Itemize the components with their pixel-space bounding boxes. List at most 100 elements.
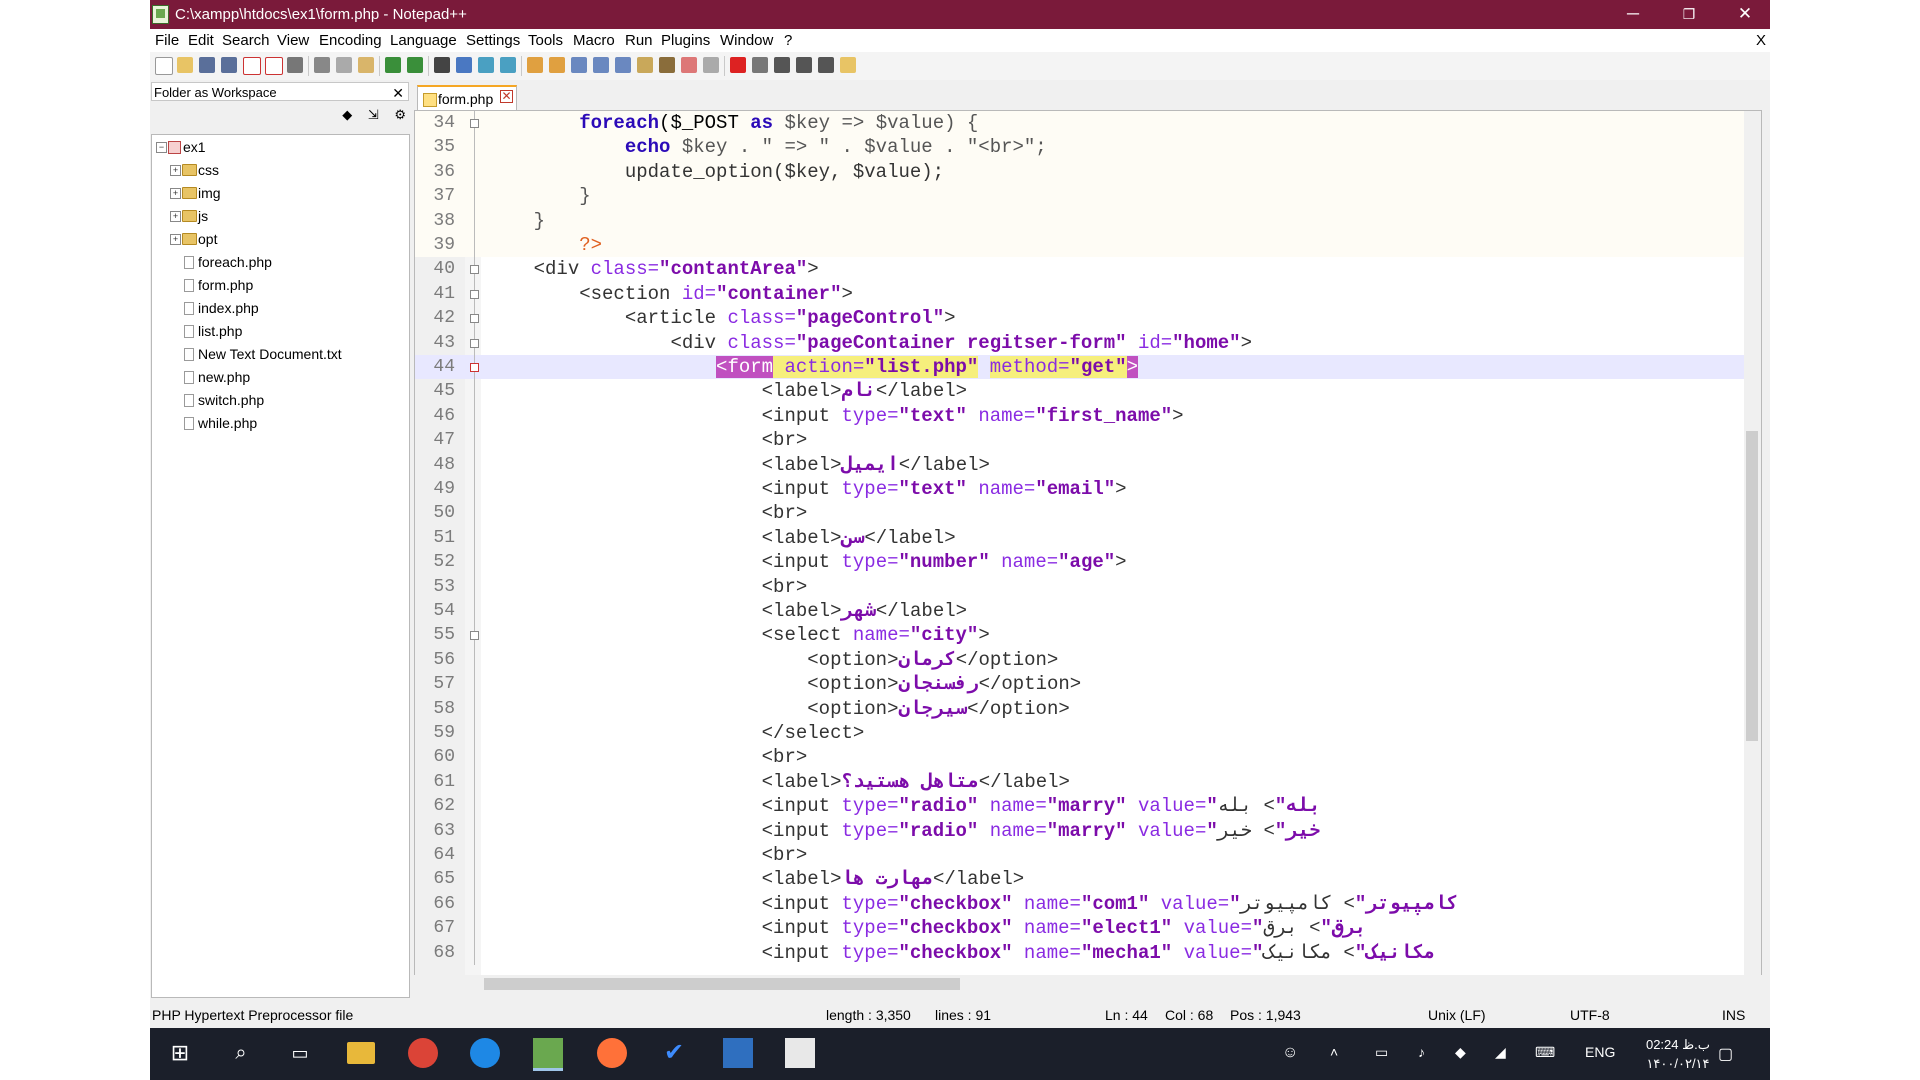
- sync-horizontal-icon[interactable]: [549, 57, 565, 73]
- code-line[interactable]: 59 </select>: [415, 721, 1745, 746]
- code-line[interactable]: 62 <input type="radio" name="marry" valu…: [415, 794, 1745, 819]
- zoom-out-icon[interactable]: [500, 57, 516, 73]
- search-icon[interactable]: ⌕: [226, 1038, 256, 1068]
- stop-macro-icon[interactable]: [752, 57, 768, 73]
- expand-icon[interactable]: +: [170, 234, 181, 245]
- menu-edit[interactable]: Edit: [188, 32, 214, 49]
- code-line[interactable]: 48 <label>ایمیل</label>: [415, 452, 1745, 477]
- save-all-icon[interactable]: [221, 57, 237, 73]
- code-line[interactable]: 52 <input type="number" name="age">: [415, 550, 1745, 575]
- run-macro-multiple-icon[interactable]: [796, 57, 812, 73]
- replace-icon[interactable]: [456, 57, 472, 73]
- code-line[interactable]: 54 <label>شهر</label>: [415, 599, 1745, 624]
- menu-run[interactable]: Run: [625, 32, 653, 49]
- document-map-icon[interactable]: [703, 57, 719, 73]
- show-all-chars-icon[interactable]: [593, 57, 609, 73]
- language-icon[interactable]: [637, 57, 653, 73]
- vertical-scroll-thumb[interactable]: [1746, 431, 1758, 741]
- fold-toggle-icon[interactable]: [470, 363, 479, 372]
- code-line[interactable]: 37 }: [415, 184, 1745, 209]
- fold-toggle-icon[interactable]: [470, 289, 479, 299]
- panel-close-button[interactable]: ✕: [392, 84, 404, 103]
- menu-search[interactable]: Search: [222, 32, 270, 49]
- function-list-icon[interactable]: [659, 57, 675, 73]
- code-line[interactable]: 42 <article class="pageControl">: [415, 306, 1745, 331]
- notepadpp-taskbar-icon[interactable]: [533, 1038, 563, 1071]
- code-line[interactable]: 41 <section id="container">: [415, 281, 1745, 307]
- copy-icon[interactable]: [336, 57, 352, 73]
- file-explorer-icon[interactable]: [347, 1042, 375, 1064]
- code-line[interactable]: 43 <div class="pageContainer regitser-fo…: [415, 330, 1745, 355]
- code-line[interactable]: 50 <br>: [415, 501, 1745, 526]
- menu-plugins[interactable]: Plugins: [661, 32, 710, 49]
- print-icon[interactable]: [287, 57, 303, 73]
- code-line[interactable]: 36 update_option($key, $value);: [415, 159, 1745, 185]
- menu-macro[interactable]: Macro: [573, 32, 615, 49]
- horizontal-scroll-thumb[interactable]: [484, 978, 960, 990]
- vertical-scrollbar[interactable]: [1744, 111, 1761, 986]
- firefox-icon[interactable]: [597, 1038, 627, 1068]
- document-app-icon[interactable]: [723, 1038, 753, 1068]
- plugin-icon[interactable]: [840, 57, 856, 73]
- code-line[interactable]: 39 ?>: [415, 233, 1745, 258]
- dropbox-icon[interactable]: ◆: [1455, 1044, 1466, 1061]
- menu-help[interactable]: ?: [784, 32, 792, 49]
- task-view-icon[interactable]: ▭: [285, 1038, 315, 1068]
- cut-icon[interactable]: [314, 57, 330, 73]
- code-line[interactable]: 65 <label>مهارت ها</label>: [415, 867, 1745, 892]
- code-line[interactable]: 35 echo $key . " => " . $value . "<br>";: [415, 135, 1745, 160]
- fold-toggle-icon[interactable]: [470, 265, 479, 275]
- fold-toggle-icon[interactable]: [470, 314, 479, 324]
- menu-file[interactable]: File: [155, 32, 179, 49]
- chrome-icon[interactable]: [408, 1038, 438, 1068]
- expand-icon[interactable]: +: [170, 188, 181, 199]
- clock[interactable]: 02:24 ب.ظ ۱۴۰۰/۰۲/۱۴: [1646, 1035, 1710, 1073]
- media-app-icon[interactable]: [785, 1038, 815, 1068]
- menu-language[interactable]: Language: [390, 32, 457, 49]
- find-icon[interactable]: [434, 57, 450, 73]
- code-line[interactable]: 49 <input type="text" name="email">: [415, 477, 1745, 502]
- menu-window[interactable]: Window: [720, 32, 773, 49]
- network-icon[interactable]: ◢: [1495, 1044, 1506, 1061]
- new-file-icon[interactable]: [155, 57, 173, 75]
- fold-all-icon[interactable]: ⇲: [368, 107, 379, 122]
- tray-chevron-icon[interactable]: ˄: [1330, 1044, 1338, 1060]
- paste-icon[interactable]: [358, 57, 374, 73]
- fold-toggle-icon[interactable]: [470, 119, 479, 128]
- tab-form-php[interactable]: form.php ✕: [417, 85, 517, 110]
- code-line[interactable]: 56 <option>کرمان</option>: [415, 647, 1745, 673]
- start-icon[interactable]: ⊞: [165, 1038, 195, 1068]
- menu-tools[interactable]: Tools: [528, 32, 563, 49]
- code-line[interactable]: 45 <label>نام</label>: [415, 379, 1745, 404]
- code-editor[interactable]: 34 foreach($_POST as $key => $value) {35…: [414, 110, 1762, 987]
- fold-toggle-icon[interactable]: [470, 338, 479, 348]
- language-indicator[interactable]: ENG: [1585, 1044, 1615, 1060]
- edge-icon[interactable]: [470, 1038, 500, 1068]
- code-line[interactable]: 64 <br>: [415, 843, 1745, 868]
- folder-workspace-icon[interactable]: [681, 57, 697, 73]
- locate-file-icon[interactable]: ◆: [342, 107, 352, 122]
- code-line[interactable]: 47 <br>: [415, 428, 1745, 453]
- zoom-in-icon[interactable]: [478, 57, 494, 73]
- undo-icon[interactable]: [385, 57, 401, 73]
- code-line[interactable]: 34 foreach($_POST as $key => $value) {: [415, 111, 1745, 136]
- word-wrap-icon[interactable]: [571, 57, 587, 73]
- code-line[interactable]: 55 <select name="city">: [415, 623, 1745, 648]
- code-line[interactable]: 58 <option>سیرجان</option>: [415, 696, 1745, 721]
- indent-guide-icon[interactable]: [615, 57, 631, 73]
- menu-view[interactable]: View: [277, 32, 309, 49]
- code-line[interactable]: 40 <div class="contantArea">: [415, 257, 1745, 282]
- code-line[interactable]: 51 <label>سن</label>: [415, 525, 1745, 551]
- tab-close-icon[interactable]: ✕: [500, 90, 513, 103]
- code-line[interactable]: 66 <input type="checkbox" name="com1" va…: [415, 891, 1745, 917]
- code-line[interactable]: 57 <option>رفسنجان</option>: [415, 672, 1745, 697]
- open-file-icon[interactable]: [177, 57, 193, 73]
- code-line[interactable]: 68 <input type="checkbox" name="mecha1" …: [415, 940, 1745, 965]
- code-line[interactable]: 38 }: [415, 208, 1745, 233]
- sync-vertical-icon[interactable]: [527, 57, 543, 73]
- code-line[interactable]: 63 <input type="radio" name="marry" valu…: [415, 818, 1745, 843]
- code-line[interactable]: 61 <label>متاهل هستید؟</label>: [415, 769, 1745, 795]
- menu-encoding[interactable]: Encoding: [319, 32, 382, 49]
- panel-settings-icon[interactable]: ⚙: [394, 107, 406, 122]
- close-window-button[interactable]: ✕: [1717, 0, 1770, 29]
